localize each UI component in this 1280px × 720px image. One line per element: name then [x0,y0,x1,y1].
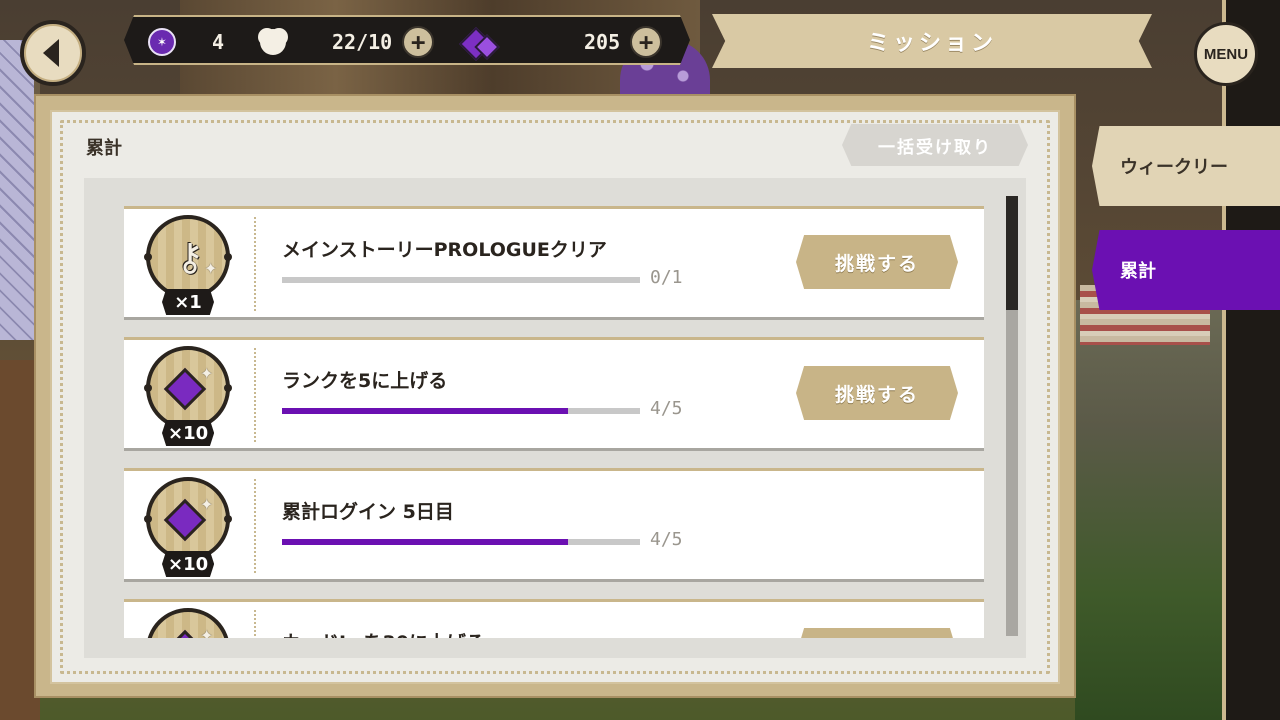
divider [254,610,256,638]
reward-quantity: ×10 [162,551,215,577]
challenge-button[interactable] [796,628,958,638]
mission-title: ランクを5に上げる [282,370,448,392]
challenge-button[interactable]: 挑戦する [796,366,958,420]
tab-weekly-label: ウィークリー [1120,157,1228,178]
sparkle-icon: ✦ [200,495,214,514]
menu-button[interactable]: MENU [1194,22,1258,86]
sparkle-icon: ✦ [200,626,214,638]
reward-quantity: ×1 [162,289,214,315]
tab-total[interactable]: 累計 [1092,230,1280,310]
reward-badge: ⚷ ✦ [144,215,232,299]
gem-counter: 205 + [460,17,663,65]
mission-card: ⚷ ✦ ×1 メインストーリーPROLOGUEクリア 0/1 挑戦する [124,206,984,320]
bulk-claim-button[interactable]: 一括受け取り [842,124,1028,166]
mission-list[interactable]: ⚷ ✦ ×1 メインストーリーPROLOGUEクリア 0/1 挑戦する ✦ ×1… [84,178,1026,658]
stamina-value: 22/10 [332,30,393,54]
tab-weekly[interactable]: ウィークリー [1092,126,1280,206]
progress-fill [282,539,569,545]
progress-fill [282,408,569,414]
star-coin-icon: ✶ [148,28,176,56]
page-title: ミッション [712,14,1152,68]
gem-value: 205 [584,30,621,54]
progress-text: 0/1 [650,267,683,288]
mission-list-viewport: ⚷ ✦ ×1 メインストーリーPROLOGUEクリア 0/1 挑戦する ✦ ×1… [124,206,984,638]
mission-title: メインストーリーPROLOGUEクリア [282,239,607,261]
divider [254,217,256,311]
divider [254,348,256,442]
mission-title: 累計ログイン 5日目 [282,501,454,523]
sparkle-icon: ✦ [200,364,214,383]
mission-card: ✦ ×10 ランクを5に上げる 4/5 挑戦する [124,337,984,451]
divider [254,479,256,573]
gem-icon [460,28,496,56]
scrollbar-thumb[interactable] [1006,196,1018,310]
currency-bar: ✶ 4 22/10 + 205 + [124,15,690,65]
reward-quantity: ×10 [162,420,215,446]
challenge-button[interactable]: 挑戦する [796,235,958,289]
reward-badge: ✦ [144,346,232,430]
add-gem-button[interactable]: + [630,26,663,58]
progress-text: 4/5 [650,529,683,550]
mission-card: ✦ カードLvを30に上げる [124,599,984,638]
star-coin-counter: ✶ 4 [148,17,225,65]
right-frame [1222,0,1280,720]
progress-text: 4/5 [650,398,683,419]
progress-bar [282,277,640,283]
tab-total-label: 累計 [1120,261,1156,282]
back-button[interactable] [20,20,86,86]
section-label: 累計 [86,138,122,159]
star-coin-value: 4 [212,30,225,54]
scrollbar[interactable] [1006,196,1018,636]
back-arrow-icon [43,39,59,67]
mission-card: ✦ ×10 累計ログイン 5日目 4/5 [124,468,984,582]
progress-bar [282,408,640,414]
flower-stamina-icon [260,29,286,55]
add-stamina-button[interactable]: + [402,26,435,58]
reward-badge: ✦ [144,477,232,561]
sparkle-icon: ✦ [204,259,218,278]
reward-badge: ✦ [146,608,230,638]
stamina-counter: 22/10 + [260,17,435,65]
room-background [1075,300,1225,720]
progress-bar [282,539,640,545]
mission-title: カードLvを30に上げる [282,628,485,638]
